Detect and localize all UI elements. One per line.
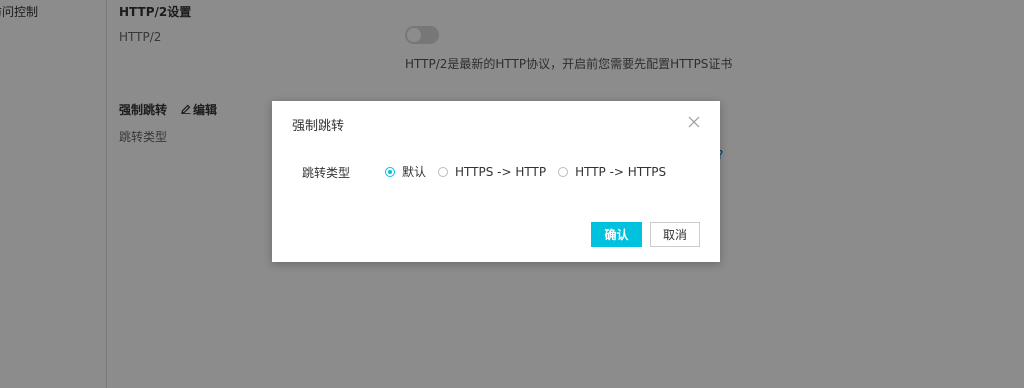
radio-checked-icon — [385, 166, 395, 177]
force-redirect-dialog: 强制跳转 跳转类型 默认 HTTPS -> HTTP HTTP -> HTTPS… — [272, 101, 720, 262]
radio-unchecked-icon — [558, 166, 569, 177]
radio-label: 默认 — [402, 165, 427, 179]
radio-label: HTTPS -> HTTP — [455, 164, 547, 179]
radio-http-to-https[interactable]: HTTP -> HTTPS — [558, 165, 666, 179]
close-icon[interactable] — [688, 116, 700, 128]
dialog-title: 强制跳转 — [292, 119, 345, 134]
confirm-button[interactable]: 确认 — [591, 222, 642, 247]
radio-unchecked-icon — [438, 166, 449, 177]
radio-https-to-http[interactable]: HTTPS -> HTTP — [438, 165, 546, 179]
radio-default[interactable]: 默认 — [385, 163, 426, 180]
radio-label: HTTP -> HTTPS — [575, 164, 667, 179]
redirect-type-radio-group: 默认 HTTPS -> HTTP HTTP -> HTTPS — [385, 163, 678, 180]
redirect-type-field-label: 跳转类型 — [302, 166, 351, 180]
cancel-button[interactable]: 取消 — [650, 222, 700, 247]
